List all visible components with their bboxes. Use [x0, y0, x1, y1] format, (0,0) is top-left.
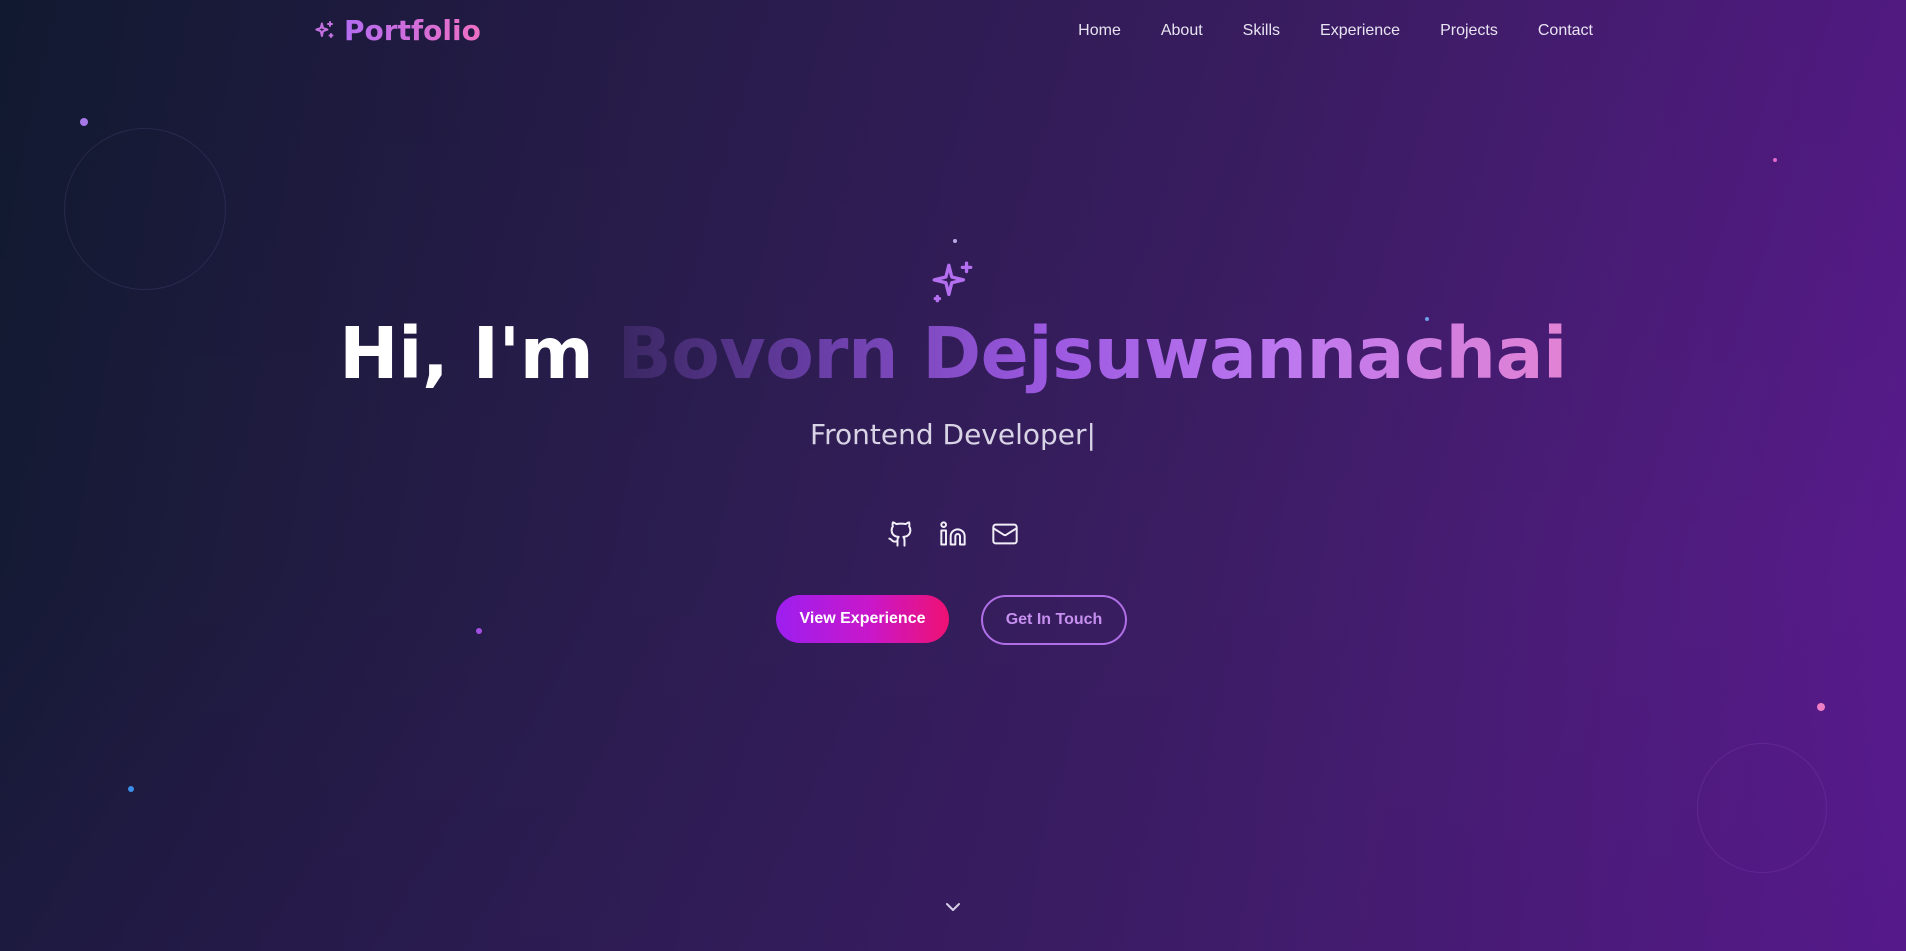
nav-link-experience[interactable]: Experience: [1320, 20, 1400, 42]
get-in-touch-button[interactable]: Get In Touch: [981, 595, 1127, 645]
view-experience-button[interactable]: View Experience: [776, 595, 949, 643]
nav-link-projects[interactable]: Projects: [1440, 20, 1498, 42]
nav-links: Home About Skills Experience Projects Co…: [1078, 20, 1593, 42]
chevron-down-icon[interactable]: [941, 895, 965, 919]
brand-name: Portfolio: [344, 14, 481, 47]
navbar: Portfolio Home About Skills Experience P…: [0, 0, 1906, 64]
decorative-particle: [953, 239, 957, 243]
nav-link-contact[interactable]: Contact: [1538, 20, 1593, 42]
sparkles-icon: [312, 19, 336, 43]
decorative-ring: [1697, 743, 1827, 873]
nav-link-skills[interactable]: Skills: [1243, 20, 1280, 42]
sparkles-icon: [928, 258, 978, 308]
decorative-particle: [1773, 158, 1777, 162]
background-overlay: [0, 0, 1906, 951]
decorative-particle: [80, 118, 88, 126]
hero-name: Bovorn Dejsuwannachai: [617, 312, 1567, 395]
brand-logo[interactable]: Portfolio: [312, 13, 481, 49]
hero-role-typewriter: Frontend Developer|: [810, 418, 1096, 451]
decorative-particle: [476, 628, 482, 634]
nav-link-about[interactable]: About: [1161, 20, 1203, 42]
social-links: [886, 519, 1020, 549]
linkedin-icon[interactable]: [938, 519, 968, 549]
hero-title: Hi, I'm Bovorn Dejsuwannachai: [0, 312, 1906, 396]
decorative-particle: [1817, 703, 1825, 711]
decorative-ring: [64, 128, 226, 290]
decorative-particle: [128, 786, 134, 792]
mail-icon[interactable]: [990, 519, 1020, 549]
nav-link-home[interactable]: Home: [1078, 20, 1121, 42]
github-icon[interactable]: [886, 519, 916, 549]
hero-greeting: Hi, I'm: [339, 312, 618, 395]
